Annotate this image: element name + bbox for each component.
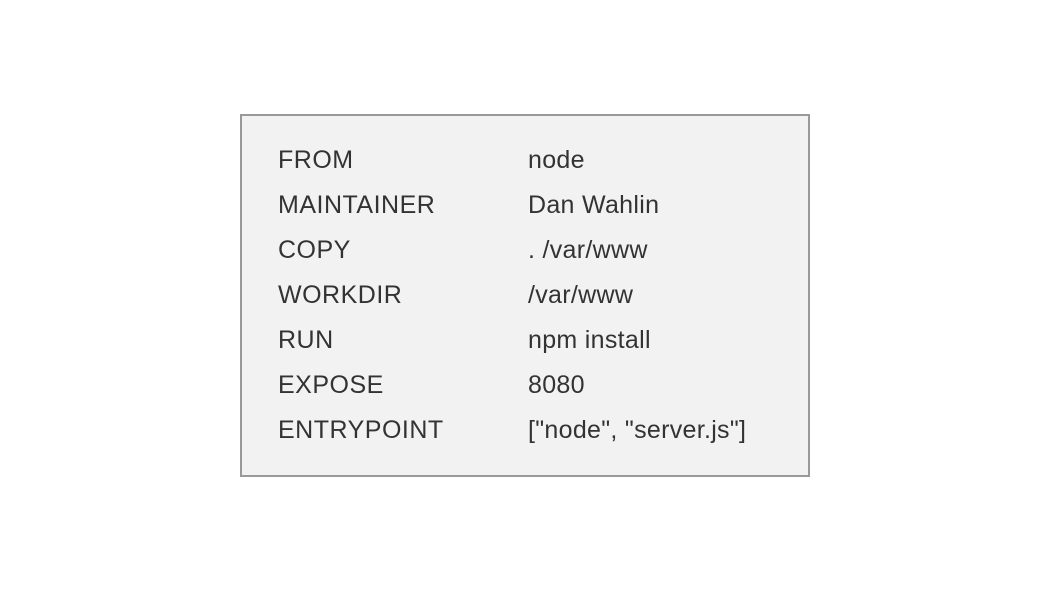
instruction-value: Dan Wahlin: [528, 191, 659, 220]
instruction-label: COPY: [278, 236, 528, 265]
instruction-label: FROM: [278, 146, 528, 175]
instruction-label: EXPOSE: [278, 371, 528, 400]
instruction-label: ENTRYPOINT: [278, 416, 528, 445]
instruction-label: MAINTAINER: [278, 191, 528, 220]
instruction-value: ["node", "server.js"]: [528, 416, 746, 445]
dockerfile-box: FROM node MAINTAINER Dan Wahlin COPY . /…: [240, 114, 810, 477]
dockerfile-row: MAINTAINER Dan Wahlin: [278, 191, 768, 220]
instruction-label: WORKDIR: [278, 281, 528, 310]
instruction-value: node: [528, 146, 585, 175]
dockerfile-row: ENTRYPOINT ["node", "server.js"]: [278, 416, 768, 445]
instruction-value: npm install: [528, 326, 651, 355]
dockerfile-row: COPY . /var/www: [278, 236, 768, 265]
instruction-value: . /var/www: [528, 236, 648, 265]
dockerfile-row: RUN npm install: [278, 326, 768, 355]
dockerfile-row: WORKDIR /var/www: [278, 281, 768, 310]
instruction-label: RUN: [278, 326, 528, 355]
dockerfile-row: FROM node: [278, 146, 768, 175]
instruction-value: /var/www: [528, 281, 633, 310]
instruction-value: 8080: [528, 371, 585, 400]
dockerfile-row: EXPOSE 8080: [278, 371, 768, 400]
